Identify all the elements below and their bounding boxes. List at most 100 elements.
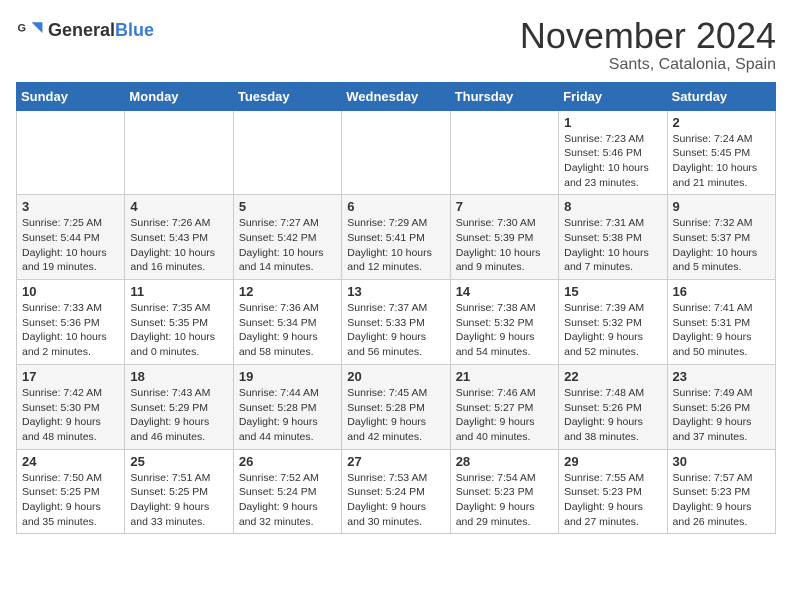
day-info: Sunrise: 7:51 AM Sunset: 5:25 PM Dayligh… [130, 471, 227, 530]
day-cell: 5 Sunrise: 7:27 AM Sunset: 5:42 PM Daylig… [233, 195, 341, 280]
day-number: 12 [239, 284, 336, 299]
day-cell: 2Sunrise: 7:24 AM Sunset: 5:45 PM Daylig… [667, 110, 775, 195]
location-title: Sants, Catalonia, Spain [520, 56, 776, 74]
day-info: Sunrise: 7:33 AM Sunset: 5:36 PM Dayligh… [22, 301, 119, 360]
day-number: 18 [130, 369, 227, 384]
day-info: Sunrise: 7:46 AM Sunset: 5:27 PM Dayligh… [456, 386, 553, 445]
day-number: 10 [22, 284, 119, 299]
day-cell: 25 Sunrise: 7:51 AM Sunset: 5:25 PM Dayli… [125, 449, 233, 534]
logo-general: GeneralBlue [48, 20, 154, 41]
day-cell [342, 110, 450, 195]
day-info: Sunrise: 7:42 AM Sunset: 5:30 PM Dayligh… [22, 386, 119, 445]
day-number: 21 [456, 369, 553, 384]
day-number: 15 [564, 284, 661, 299]
day-cell [450, 110, 558, 195]
day-cell: 16Sunrise: 7:41 AM Sunset: 5:31 PM Dayli… [667, 280, 775, 365]
day-cell: 30 Sunrise: 7:57 AM Sunset: 5:23 PM Dayli… [667, 449, 775, 534]
day-number: 28 [456, 454, 553, 469]
day-cell: 4Sunrise: 7:26 AM Sunset: 5:43 PM Daylig… [125, 195, 233, 280]
day-cell: 20 Sunrise: 7:45 AM Sunset: 5:28 PM Dayli… [342, 364, 450, 449]
header-cell-sunday: Sunday [17, 82, 125, 110]
week-row-5: 24 Sunrise: 7:50 AM Sunset: 5:25 PM Dayli… [17, 449, 776, 534]
day-number: 2 [673, 115, 770, 130]
day-info: Sunrise: 7:38 AM Sunset: 5:32 PM Dayligh… [456, 301, 553, 360]
day-number: 14 [456, 284, 553, 299]
header-area: G GeneralBlue November 2024 Sants, Catal… [16, 16, 776, 74]
day-cell: 27 Sunrise: 7:53 AM Sunset: 5:24 PM Dayli… [342, 449, 450, 534]
day-cell: 22 Sunrise: 7:48 AM Sunset: 5:26 PM Dayli… [559, 364, 667, 449]
day-number: 9 [673, 199, 770, 214]
day-number: 19 [239, 369, 336, 384]
day-cell: 29 Sunrise: 7:55 AM Sunset: 5:23 PM Dayli… [559, 449, 667, 534]
month-title: November 2024 [520, 16, 776, 56]
day-number: 25 [130, 454, 227, 469]
week-row-3: 10 Sunrise: 7:33 AM Sunset: 5:36 PM Dayli… [17, 280, 776, 365]
day-number: 26 [239, 454, 336, 469]
day-cell: 8 Sunrise: 7:31 AM Sunset: 5:38 PM Daylig… [559, 195, 667, 280]
day-info: Sunrise: 7:54 AM Sunset: 5:23 PM Dayligh… [456, 471, 553, 530]
day-cell: 26 Sunrise: 7:52 AM Sunset: 5:24 PM Dayli… [233, 449, 341, 534]
day-number: 16 [673, 284, 770, 299]
title-area: November 2024 Sants, Catalonia, Spain [520, 16, 776, 74]
week-row-1: 1Sunrise: 7:23 AM Sunset: 5:46 PM Daylig… [17, 110, 776, 195]
day-cell: 23 Sunrise: 7:49 AM Sunset: 5:26 PM Dayli… [667, 364, 775, 449]
header-cell-wednesday: Wednesday [342, 82, 450, 110]
day-info: Sunrise: 7:44 AM Sunset: 5:28 PM Dayligh… [239, 386, 336, 445]
week-row-4: 17 Sunrise: 7:42 AM Sunset: 5:30 PM Dayli… [17, 364, 776, 449]
day-info: Sunrise: 7:57 AM Sunset: 5:23 PM Dayligh… [673, 471, 770, 530]
day-info: Sunrise: 7:55 AM Sunset: 5:23 PM Dayligh… [564, 471, 661, 530]
day-number: 20 [347, 369, 444, 384]
day-info: Sunrise: 7:43 AM Sunset: 5:29 PM Dayligh… [130, 386, 227, 445]
day-cell: 19 Sunrise: 7:44 AM Sunset: 5:28 PM Dayli… [233, 364, 341, 449]
day-cell: 17 Sunrise: 7:42 AM Sunset: 5:30 PM Dayli… [17, 364, 125, 449]
day-info: Sunrise: 7:37 AM Sunset: 5:33 PM Dayligh… [347, 301, 444, 360]
day-info: Sunrise: 7:49 AM Sunset: 5:26 PM Dayligh… [673, 386, 770, 445]
day-info: Sunrise: 7:26 AM Sunset: 5:43 PM Dayligh… [130, 216, 227, 275]
day-number: 30 [673, 454, 770, 469]
day-number: 22 [564, 369, 661, 384]
day-number: 29 [564, 454, 661, 469]
day-number: 1 [564, 115, 661, 130]
logo: G GeneralBlue [16, 16, 154, 44]
day-number: 13 [347, 284, 444, 299]
day-info: Sunrise: 7:36 AM Sunset: 5:34 PM Dayligh… [239, 301, 336, 360]
day-number: 23 [673, 369, 770, 384]
day-cell: 6Sunrise: 7:29 AM Sunset: 5:41 PM Daylig… [342, 195, 450, 280]
day-number: 27 [347, 454, 444, 469]
day-info: Sunrise: 7:52 AM Sunset: 5:24 PM Dayligh… [239, 471, 336, 530]
day-info: Sunrise: 7:27 AM Sunset: 5:42 PM Dayligh… [239, 216, 336, 275]
header-cell-monday: Monday [125, 82, 233, 110]
day-number: 5 [239, 199, 336, 214]
day-cell [233, 110, 341, 195]
svg-text:G: G [18, 23, 26, 35]
day-cell: 14 Sunrise: 7:38 AM Sunset: 5:32 PM Dayli… [450, 280, 558, 365]
day-info: Sunrise: 7:31 AM Sunset: 5:38 PM Dayligh… [564, 216, 661, 275]
day-cell: 10 Sunrise: 7:33 AM Sunset: 5:36 PM Dayli… [17, 280, 125, 365]
day-info: Sunrise: 7:30 AM Sunset: 5:39 PM Dayligh… [456, 216, 553, 275]
day-cell: 28 Sunrise: 7:54 AM Sunset: 5:23 PM Dayli… [450, 449, 558, 534]
day-number: 8 [564, 199, 661, 214]
day-number: 11 [130, 284, 227, 299]
day-info: Sunrise: 7:45 AM Sunset: 5:28 PM Dayligh… [347, 386, 444, 445]
day-info: Sunrise: 7:32 AM Sunset: 5:37 PM Dayligh… [673, 216, 770, 275]
day-info: Sunrise: 7:50 AM Sunset: 5:25 PM Dayligh… [22, 471, 119, 530]
day-info: Sunrise: 7:53 AM Sunset: 5:24 PM Dayligh… [347, 471, 444, 530]
day-cell: 13 Sunrise: 7:37 AM Sunset: 5:33 PM Dayli… [342, 280, 450, 365]
day-cell: 18 Sunrise: 7:43 AM Sunset: 5:29 PM Dayli… [125, 364, 233, 449]
calendar-table: SundayMondayTuesdayWednesdayThursdayFrid… [16, 82, 776, 535]
day-cell: 15 Sunrise: 7:39 AM Sunset: 5:32 PM Dayli… [559, 280, 667, 365]
day-number: 24 [22, 454, 119, 469]
header-row: SundayMondayTuesdayWednesdayThursdayFrid… [17, 82, 776, 110]
day-cell: 3Sunrise: 7:25 AM Sunset: 5:44 PM Daylig… [17, 195, 125, 280]
logo-icon: G [16, 16, 44, 44]
day-number: 6 [347, 199, 444, 214]
day-cell [125, 110, 233, 195]
day-cell: 21 Sunrise: 7:46 AM Sunset: 5:27 PM Dayli… [450, 364, 558, 449]
day-number: 17 [22, 369, 119, 384]
header-cell-friday: Friday [559, 82, 667, 110]
week-row-2: 3Sunrise: 7:25 AM Sunset: 5:44 PM Daylig… [17, 195, 776, 280]
day-cell: 12 Sunrise: 7:36 AM Sunset: 5:34 PM Dayli… [233, 280, 341, 365]
day-number: 7 [456, 199, 553, 214]
day-info: Sunrise: 7:39 AM Sunset: 5:32 PM Dayligh… [564, 301, 661, 360]
day-info: Sunrise: 7:48 AM Sunset: 5:26 PM Dayligh… [564, 386, 661, 445]
